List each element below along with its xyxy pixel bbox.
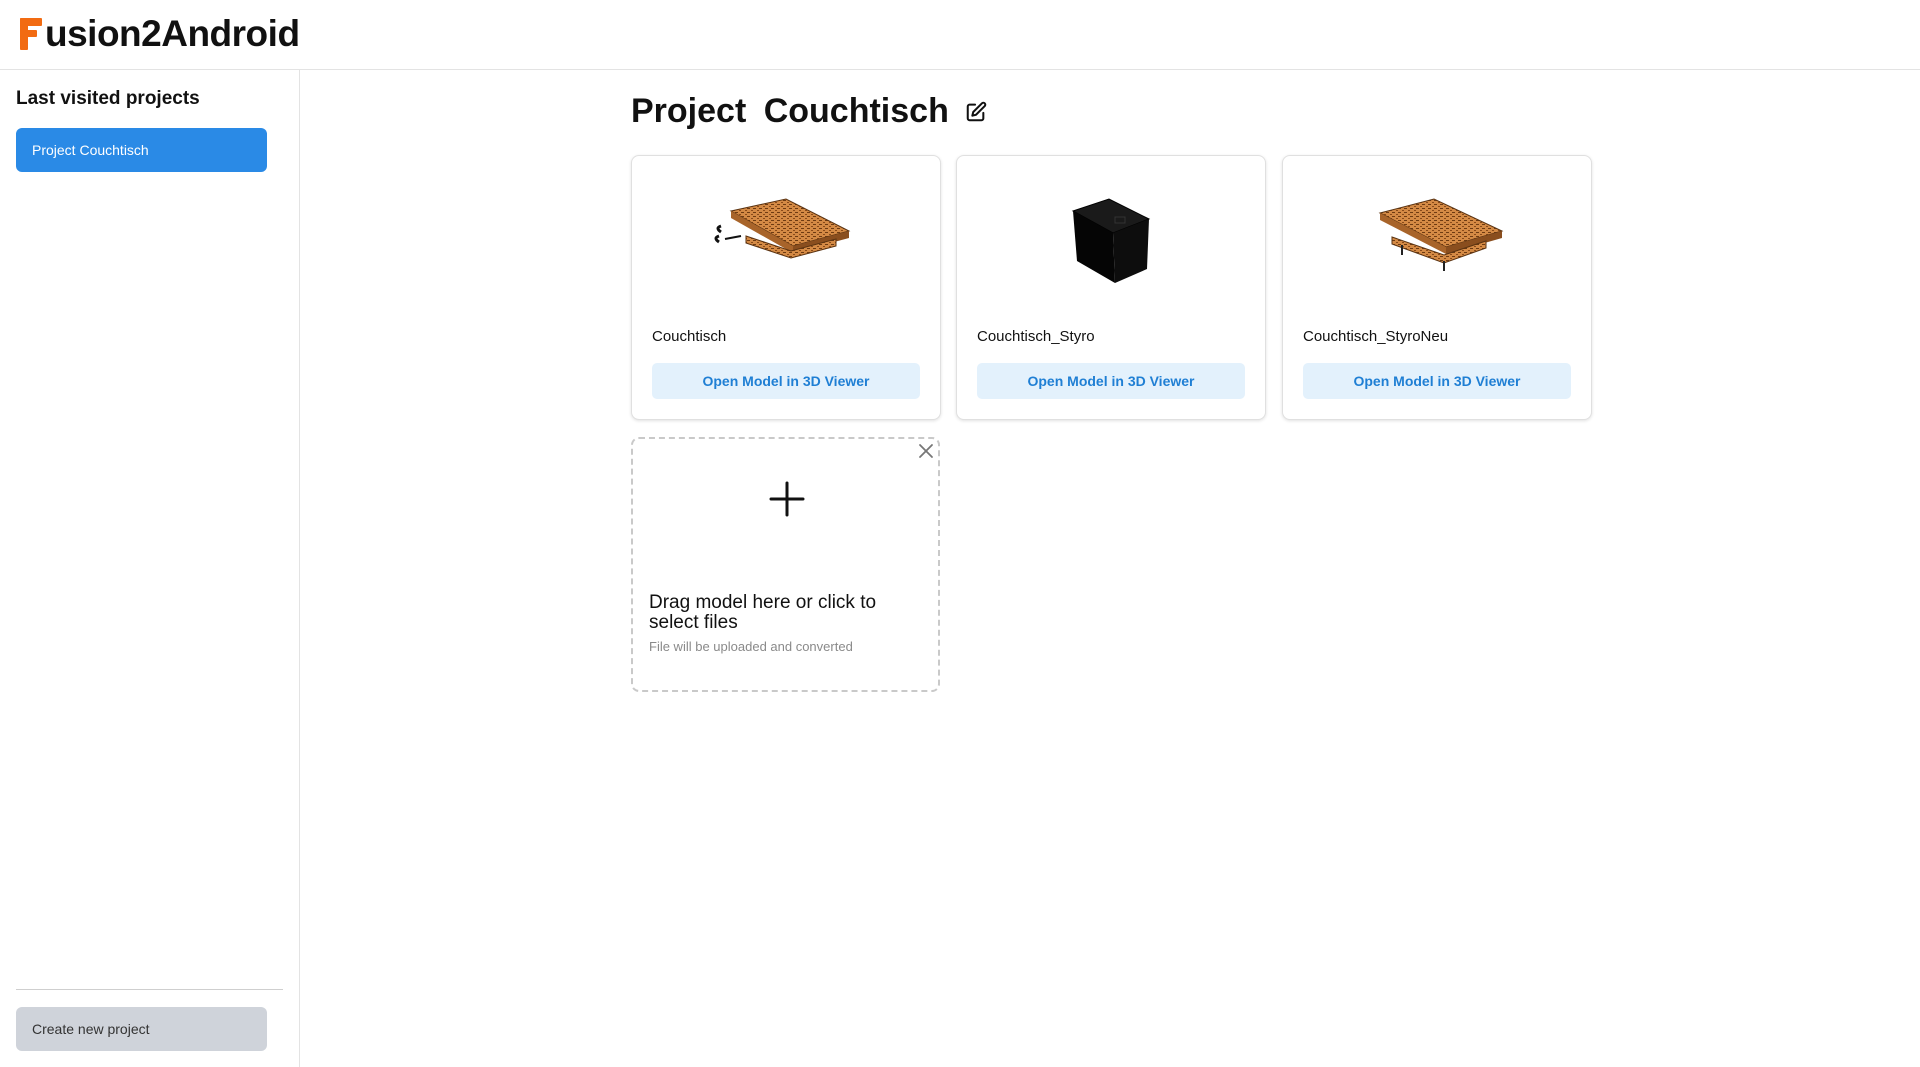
page-title: Project Couchtisch	[631, 92, 949, 130]
open-3d-viewer-button[interactable]: Open Model in 3D Viewer	[977, 363, 1245, 399]
plus-icon	[769, 481, 805, 517]
sidebar-item-project-couchtisch[interactable]: Project Couchtisch	[16, 128, 267, 172]
upload-dropzone[interactable]: Drag model here or click to select files…	[631, 437, 940, 692]
model-thumbnail	[1283, 176, 1591, 306]
edit-icon[interactable]	[965, 101, 987, 123]
app-header: usion2Android	[0, 0, 1920, 70]
upload-subtitle: File will be uploaded and converted	[649, 639, 853, 654]
model-name: Couchtisch_Styro	[977, 328, 1095, 345]
wooden-table-icon	[714, 198, 851, 259]
model-card: Couchtisch Open Model in 3D Viewer	[631, 155, 941, 420]
model-card: Couchtisch_Styro Open Model in 3D Viewer	[956, 155, 1266, 420]
wooden-table-icon	[1378, 198, 1504, 271]
model-thumbnail	[957, 176, 1265, 306]
close-icon[interactable]	[916, 441, 936, 461]
logo-text: usion2Android	[45, 13, 300, 54]
open-3d-viewer-button[interactable]: Open Model in 3D Viewer	[1303, 363, 1571, 399]
model-name: Couchtisch_StyroNeu	[1303, 328, 1449, 345]
upload-title: Drag model here or click to select files	[649, 592, 877, 633]
logo-f-mark	[20, 18, 42, 50]
sidebar-divider	[16, 989, 283, 990]
black-box-icon	[1071, 198, 1151, 283]
sidebar-title: Last visited projects	[16, 88, 200, 109]
app-logo[interactable]: usion2Android	[20, 14, 300, 54]
model-thumbnail	[632, 176, 940, 306]
model-card: Couchtisch_StyroNeu Open Model in 3D Vie…	[1282, 155, 1592, 420]
create-new-project-button[interactable]: Create new project	[16, 1007, 267, 1051]
model-name: Couchtisch	[652, 328, 727, 345]
open-3d-viewer-button[interactable]: Open Model in 3D Viewer	[652, 363, 920, 399]
page-title-row: Project Couchtisch	[631, 92, 987, 131]
sidebar: Last visited projects Project Couchtisch…	[0, 70, 300, 1067]
